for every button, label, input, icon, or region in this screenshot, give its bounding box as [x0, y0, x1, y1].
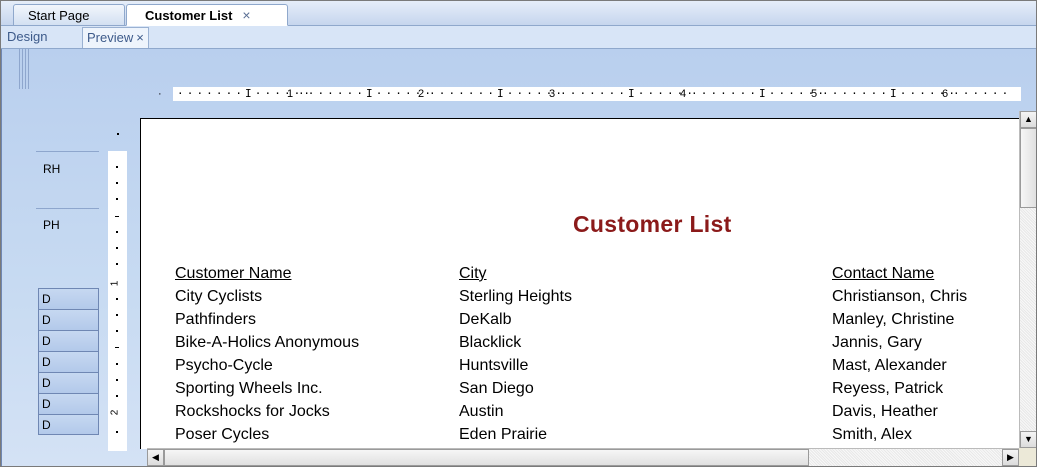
- tab-customer-list-label: Customer List: [145, 8, 233, 23]
- ruler-ticks: ······: [953, 87, 1012, 100]
- ruler-label: 4: [680, 88, 687, 100]
- vertical-scroll-thumb[interactable]: [1020, 128, 1036, 208]
- tab-design[interactable]: Design: [5, 27, 53, 47]
- cell-customer-name: Poser Cycles: [175, 426, 270, 443]
- cell-customer-name: City Cyclists: [175, 288, 263, 305]
- section-detail[interactable]: D: [38, 393, 99, 414]
- scrollbar-corner: [1019, 448, 1036, 466]
- vruler-tick: [116, 166, 118, 168]
- ruler-ticks: ·······I······: [429, 87, 566, 100]
- section-detail[interactable]: D: [38, 288, 99, 309]
- section-detail[interactable]: D: [38, 330, 99, 351]
- cell-contact-name: Jannis, Gary: [832, 334, 922, 351]
- tab-start-page-label: Start Page: [28, 8, 90, 23]
- close-preview-icon[interactable]: ×: [136, 30, 144, 45]
- horizontal-ruler: ·······I······ 1 ·······I······ 2 ······…: [173, 87, 1021, 101]
- section-detail[interactable]: D: [38, 372, 99, 393]
- report-title: Customer List: [573, 211, 732, 237]
- tab-start-page[interactable]: Start Page: [13, 4, 125, 25]
- scroll-down-icon[interactable]: ▼: [1020, 431, 1036, 448]
- cell-city: Blacklick: [459, 334, 522, 351]
- ruler-origin-dot: ·: [158, 88, 162, 100]
- column-header-contact-name: Contact Name: [832, 265, 935, 282]
- vruler-tick: [116, 198, 118, 200]
- section-page-header-label: PH: [43, 218, 60, 232]
- report-page: Customer List Customer Name City Contact…: [140, 118, 1020, 449]
- splitter-grip[interactable]: [19, 49, 31, 89]
- left-border: [1, 49, 2, 466]
- cell-city: San Diego: [459, 380, 534, 397]
- vruler-tick: [116, 314, 118, 316]
- tab-design-label: Design: [7, 29, 48, 44]
- cell-city: Eden Prairie: [459, 426, 548, 443]
- vruler-tick: [116, 363, 118, 365]
- ruler-ticks: ·······I······: [822, 87, 959, 100]
- section-detail[interactable]: D: [38, 414, 99, 435]
- cell-contact-name: Christianson, Chris: [832, 288, 968, 305]
- ruler-label: 1: [287, 88, 294, 100]
- tab-preview[interactable]: Preview ×: [82, 27, 149, 48]
- ruler-label: 6: [942, 88, 949, 100]
- cell-contact-name: Smith, Alex: [832, 426, 913, 443]
- vruler-label: 1: [109, 280, 121, 287]
- vertical-scrollbar[interactable]: ▲ ▼: [1019, 111, 1036, 448]
- vruler-tick: [116, 330, 118, 332]
- cell-city: Huntsville: [459, 357, 529, 374]
- horizontal-scrollbar[interactable]: ◀ ▶: [147, 448, 1019, 466]
- section-report-header[interactable]: RH: [36, 151, 99, 205]
- cell-contact-name: Davis, Heather: [832, 403, 938, 420]
- vruler-dash: [115, 216, 119, 217]
- tab-preview-label: Preview: [87, 30, 134, 45]
- vruler-tick: [116, 247, 118, 249]
- cell-city: Austin: [459, 403, 504, 420]
- ruler-label: 3: [549, 88, 556, 100]
- column-header-customer-name: Customer Name: [175, 265, 292, 282]
- vruler-tick: [116, 395, 118, 397]
- cell-customer-name: Bike-A-Holics Anonymous: [175, 334, 360, 351]
- section-detail[interactable]: D: [38, 351, 99, 372]
- horizontal-scroll-thumb[interactable]: [164, 449, 809, 466]
- cell-city: DeKalb: [459, 311, 512, 328]
- report-designer-window: Start Page Customer List × Design Preview…: [0, 0, 1037, 467]
- section-detail[interactable]: D: [38, 309, 99, 330]
- cell-contact-name: Reyess, Patrick: [832, 380, 944, 397]
- cell-customer-name: Sporting Wheels Inc.: [175, 380, 323, 397]
- scroll-left-icon[interactable]: ◀: [147, 449, 164, 466]
- scroll-up-icon[interactable]: ▲: [1020, 111, 1036, 128]
- vruler-label: 2: [109, 409, 121, 416]
- section-page-header[interactable]: PH: [36, 208, 99, 278]
- vruler-tick: [116, 231, 118, 233]
- ruler-ticks: ·······I······: [298, 87, 435, 100]
- vruler-tick: [116, 431, 118, 433]
- ruler-label: 2: [418, 88, 425, 100]
- ruler-ticks: ·······I······: [691, 87, 828, 100]
- ruler-label: 5: [811, 88, 818, 100]
- vruler-dash: [115, 347, 119, 348]
- vruler-tick: [116, 379, 118, 381]
- vruler-tick: [116, 182, 118, 184]
- cell-city: Sterling Heights: [459, 288, 572, 305]
- cell-contact-name: Mast, Alexander: [832, 357, 947, 374]
- document-tab-strip: Start Page Customer List ×: [1, 1, 1036, 26]
- vruler-tick: [116, 298, 118, 300]
- ruler-ticks: ·······I······: [560, 87, 697, 100]
- cell-customer-name: Rockshocks for Jocks: [175, 403, 330, 420]
- vruler-tick: [116, 263, 118, 265]
- section-report-header-label: RH: [43, 162, 61, 176]
- cell-customer-name: Pathfinders: [175, 311, 256, 328]
- scroll-right-icon[interactable]: ▶: [1002, 449, 1019, 466]
- cell-contact-name: Manley, Christine: [832, 311, 955, 328]
- cell-customer-name: Psycho-Cycle: [175, 357, 273, 374]
- vertical-ruler: 1 2: [108, 151, 127, 451]
- view-tab-strip: Design Preview ×: [1, 26, 1036, 49]
- column-header-city: City: [459, 265, 487, 282]
- detail-sections: D D D D D D D: [38, 288, 99, 435]
- vruler-top-dot: [117, 133, 119, 135]
- tab-customer-list[interactable]: Customer List ×: [126, 4, 288, 26]
- close-tab-icon[interactable]: ×: [242, 7, 250, 23]
